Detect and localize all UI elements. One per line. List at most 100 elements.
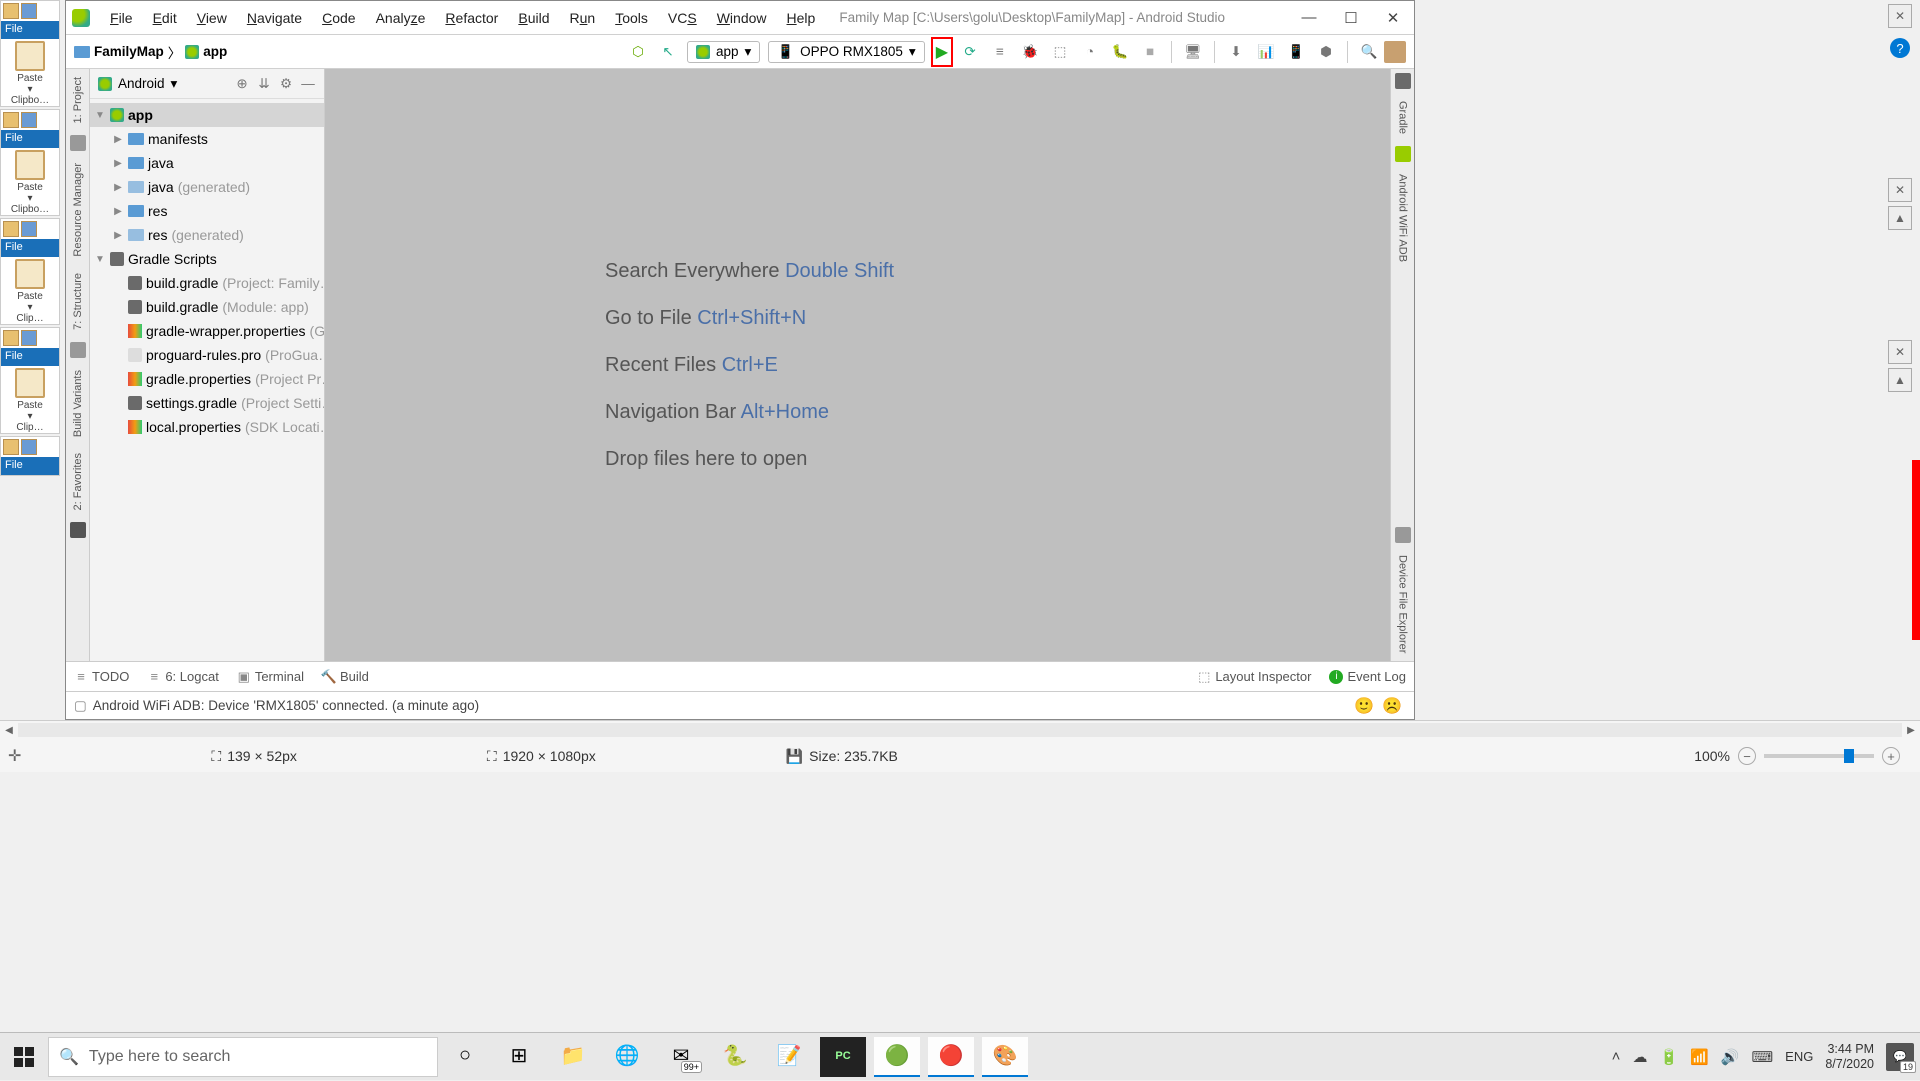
resource-manager-icon[interactable]: ⬢: [1316, 42, 1336, 62]
tree-node-settings-gradle[interactable]: settings.gradle (Project Setti…: [90, 391, 324, 415]
clock[interactable]: 3:44 PM 8/7/2020: [1825, 1042, 1874, 1072]
avd-manager-icon[interactable]: 🖥: [1183, 42, 1203, 62]
tool-project[interactable]: 1: Project: [70, 69, 86, 131]
battery-icon[interactable]: 🔋: [1659, 1048, 1678, 1066]
tree-node-java[interactable]: ▶java: [90, 151, 324, 175]
tool-gradle[interactable]: Gradle: [1395, 93, 1411, 142]
file-explorer-icon[interactable]: 📁: [550, 1037, 596, 1077]
sdk-manager-icon[interactable]: ⬇: [1226, 42, 1246, 62]
pycharm-icon[interactable]: PC: [820, 1037, 866, 1077]
tree-node-app[interactable]: ▼app: [90, 103, 324, 127]
tool-resource-manager[interactable]: Resource Manager: [70, 155, 86, 265]
taskbar-search[interactable]: 🔍 Type here to search: [48, 1037, 438, 1077]
tree-node-java-generated[interactable]: ▶java (generated): [90, 175, 324, 199]
sync-icon[interactable]: ⬡: [628, 42, 648, 62]
tab-terminal[interactable]: ▣Terminal: [237, 669, 304, 684]
zoom-in-button[interactable]: +: [1882, 747, 1900, 765]
run-button[interactable]: ▶: [936, 42, 948, 62]
horizontal-scrollbar[interactable]: [18, 723, 1902, 737]
menu-tools[interactable]: Tools: [605, 8, 658, 28]
minimize-button[interactable]: —: [1300, 9, 1318, 27]
tool-build-variants[interactable]: Build Variants: [70, 362, 86, 445]
search-icon[interactable]: 🔍: [1359, 42, 1379, 62]
stop-icon[interactable]: ■: [1140, 42, 1160, 62]
keyboard-icon[interactable]: ⌨: [1752, 1048, 1774, 1066]
task-view-icon[interactable]: ⊞: [496, 1037, 542, 1077]
tree-node-res[interactable]: ▶res: [90, 199, 324, 223]
profiler-icon[interactable]: ◔: [1080, 42, 1100, 62]
tree-node-proguard[interactable]: proguard-rules.pro (ProGua…: [90, 343, 324, 367]
tree-node-res-generated[interactable]: ▶res (generated): [90, 223, 324, 247]
start-button[interactable]: [0, 1033, 48, 1081]
menu-window[interactable]: Window: [707, 8, 777, 28]
coverage-icon[interactable]: ⬚: [1050, 42, 1070, 62]
happy-icon[interactable]: 🙂: [1354, 696, 1374, 716]
volume-icon[interactable]: 🔊: [1721, 1048, 1740, 1066]
python-icon[interactable]: 🐍: [712, 1037, 758, 1077]
chrome-icon[interactable]: 🔴: [928, 1037, 974, 1077]
help-icon[interactable]: ?: [1890, 38, 1910, 58]
back-icon[interactable]: ↖: [658, 42, 678, 62]
tree-node-local-properties[interactable]: local.properties (SDK Locati…: [90, 415, 324, 439]
breadcrumb[interactable]: FamilyMap 〉 app: [74, 42, 227, 62]
menu-run[interactable]: Run: [560, 8, 606, 28]
build-variants-tool-icon[interactable]: [70, 342, 86, 358]
android-icon[interactable]: [1395, 146, 1411, 162]
attach-debugger-icon[interactable]: 🐛: [1110, 42, 1130, 62]
bg-up-arrow-icon[interactable]: ▲: [1888, 206, 1912, 230]
user-avatar[interactable]: [1384, 41, 1406, 63]
gradle-tool-icon[interactable]: [1395, 73, 1411, 89]
menu-refactor[interactable]: Refactor: [435, 8, 508, 28]
tool-favorites[interactable]: 2: Favorites: [70, 445, 86, 518]
tray-chevron-icon[interactable]: ˄: [1612, 1048, 1621, 1065]
device-icon[interactable]: 📱: [1286, 42, 1306, 62]
wifi-icon[interactable]: 📶: [1690, 1048, 1709, 1066]
close-button[interactable]: ✕: [1384, 9, 1402, 27]
onedrive-icon[interactable]: ☁: [1632, 1048, 1647, 1066]
tree-node-gradle-scripts[interactable]: ▼Gradle Scripts: [90, 247, 324, 271]
menu-build[interactable]: Build: [508, 8, 559, 28]
gear-icon[interactable]: ⚙: [278, 76, 294, 92]
menu-help[interactable]: Help: [777, 8, 826, 28]
edge-icon[interactable]: 🌐: [604, 1037, 650, 1077]
tool-wifi-adb[interactable]: Android WiFi ADB: [1395, 166, 1411, 270]
mail-icon[interactable]: ✉99+: [658, 1037, 704, 1077]
maximize-button[interactable]: ☐: [1342, 9, 1360, 27]
star-icon[interactable]: ★: [70, 522, 86, 538]
tab-logcat[interactable]: ≡6: Logcat: [147, 669, 219, 684]
scroll-right-icon[interactable]: ▶: [1902, 725, 1920, 736]
cortana-icon[interactable]: ○: [442, 1037, 488, 1077]
language-indicator[interactable]: ENG: [1785, 1049, 1813, 1064]
bg-close-icon-3[interactable]: ✕: [1888, 340, 1912, 364]
menu-view[interactable]: View: [187, 8, 237, 28]
menu-analyze[interactable]: Analyze: [366, 8, 436, 28]
zoom-slider[interactable]: [1764, 754, 1874, 758]
scroll-left-icon[interactable]: ◀: [0, 725, 18, 736]
menu-navigate[interactable]: Navigate: [237, 8, 312, 28]
tree-node-manifests[interactable]: ▶manifests: [90, 127, 324, 151]
scroll-from-source-icon[interactable]: ⊕: [234, 76, 250, 92]
bug-icon[interactable]: 🐞: [1020, 42, 1040, 62]
menu-file[interactable]: File: [100, 8, 143, 28]
tree-node-build-gradle-project[interactable]: build.gradle (Project: Family…: [90, 271, 324, 295]
hide-panel-icon[interactable]: —: [300, 76, 316, 92]
device-selector[interactable]: 📱 OPPO RMX1805 ▾: [768, 41, 924, 63]
run-config-selector[interactable]: app ▾: [687, 41, 760, 63]
bg-close-icon[interactable]: ✕: [1888, 4, 1912, 28]
bg-close-icon-2[interactable]: ✕: [1888, 178, 1912, 202]
sad-icon[interactable]: ☹️: [1382, 696, 1402, 716]
paint-icon[interactable]: 🎨: [982, 1037, 1028, 1077]
resource-manager-tool-icon[interactable]: [70, 135, 86, 151]
project-view-selector[interactable]: Android: [118, 76, 165, 91]
tab-layout-inspector[interactable]: ⬚Layout Inspector: [1197, 669, 1311, 684]
collapse-all-icon[interactable]: ⇊: [256, 76, 272, 92]
project-tree[interactable]: ▼app ▶manifests ▶java ▶java (generated) …: [90, 99, 324, 443]
tab-build[interactable]: 🔨Build: [322, 669, 369, 684]
tab-event-log[interactable]: iEvent Log: [1329, 669, 1406, 684]
layout-inspector-icon[interactable]: 📊: [1256, 42, 1276, 62]
tab-todo[interactable]: ≡TODO: [74, 669, 129, 684]
tree-node-gradle-wrapper[interactable]: gradle-wrapper.properties (G…: [90, 319, 324, 343]
apply-changes-icon[interactable]: ⟳: [960, 42, 980, 62]
bg-up-arrow-icon-2[interactable]: ▲: [1888, 368, 1912, 392]
tool-structure[interactable]: 7: Structure: [70, 265, 86, 338]
